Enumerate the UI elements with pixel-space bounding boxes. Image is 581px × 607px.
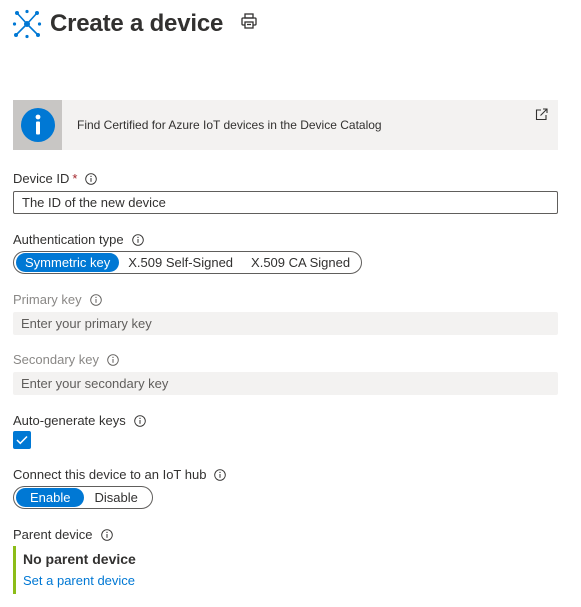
auto-generate-label: Auto-generate keys [13,413,126,428]
banner-icon-box [13,100,62,150]
connect-hub-label: Connect this device to an IoT hub [13,467,207,482]
required-marker: * [72,171,78,186]
connect-option-enable[interactable]: Enable [16,488,85,507]
auth-type-label: Authentication type [13,232,124,247]
auth-type-toggle: Symmetric key X.509 Self-Signed X.509 CA… [13,251,363,274]
primary-key-label: Primary key [13,292,82,307]
auth-option-x509-ca-signed[interactable]: X.509 CA Signed [242,253,359,272]
info-icon[interactable] [85,172,98,185]
banner-text: Find Certified for Azure IoT devices in … [77,118,382,132]
auth-option-x509-self-signed[interactable]: X.509 Self-Signed [119,253,242,272]
device-id-label-row: Device ID * [13,171,98,186]
auto-generate-checkbox[interactable] [13,431,31,449]
iot-hub-icon [12,9,42,39]
checkmark-icon [16,435,28,445]
auth-type-label-row: Authentication type [13,232,144,247]
parent-device-label: Parent device [13,527,93,542]
info-icon [20,108,55,142]
auto-generate-label-row: Auto-generate keys [13,413,146,428]
info-icon[interactable] [133,414,146,427]
open-external-icon[interactable] [535,108,548,121]
info-icon[interactable] [107,353,119,366]
print-icon[interactable] [240,12,258,30]
auth-option-symmetric-key[interactable]: Symmetric key [16,253,120,272]
connect-hub-label-row: Connect this device to an IoT hub [13,467,227,482]
create-device-page: Create a device Find Certified for Azure… [0,0,581,607]
connect-hub-toggle: Enable Disable [13,486,153,509]
info-icon[interactable] [100,528,113,541]
info-icon[interactable] [131,233,144,246]
secondary-key-label-row: Secondary key [13,352,119,367]
page-title: Create a device [50,10,224,37]
connect-option-disable[interactable]: Disable [84,488,149,507]
info-icon[interactable] [89,293,102,306]
page-header: Create a device [12,4,223,44]
secondary-key-input [13,372,558,395]
parent-device-label-row: Parent device [13,527,113,542]
set-parent-device-link[interactable]: Set a parent device [23,573,213,588]
secondary-key-label: Secondary key [13,352,99,367]
info-icon[interactable] [214,468,227,481]
device-catalog-banner: Find Certified for Azure IoT devices in … [13,100,558,150]
parent-device-box: No parent device Set a parent device [13,546,213,594]
device-id-label: Device ID [13,171,70,186]
parent-device-value: No parent device [23,551,136,567]
primary-key-input [13,312,558,335]
primary-key-label-row: Primary key [13,292,102,307]
device-id-input[interactable] [13,191,558,214]
